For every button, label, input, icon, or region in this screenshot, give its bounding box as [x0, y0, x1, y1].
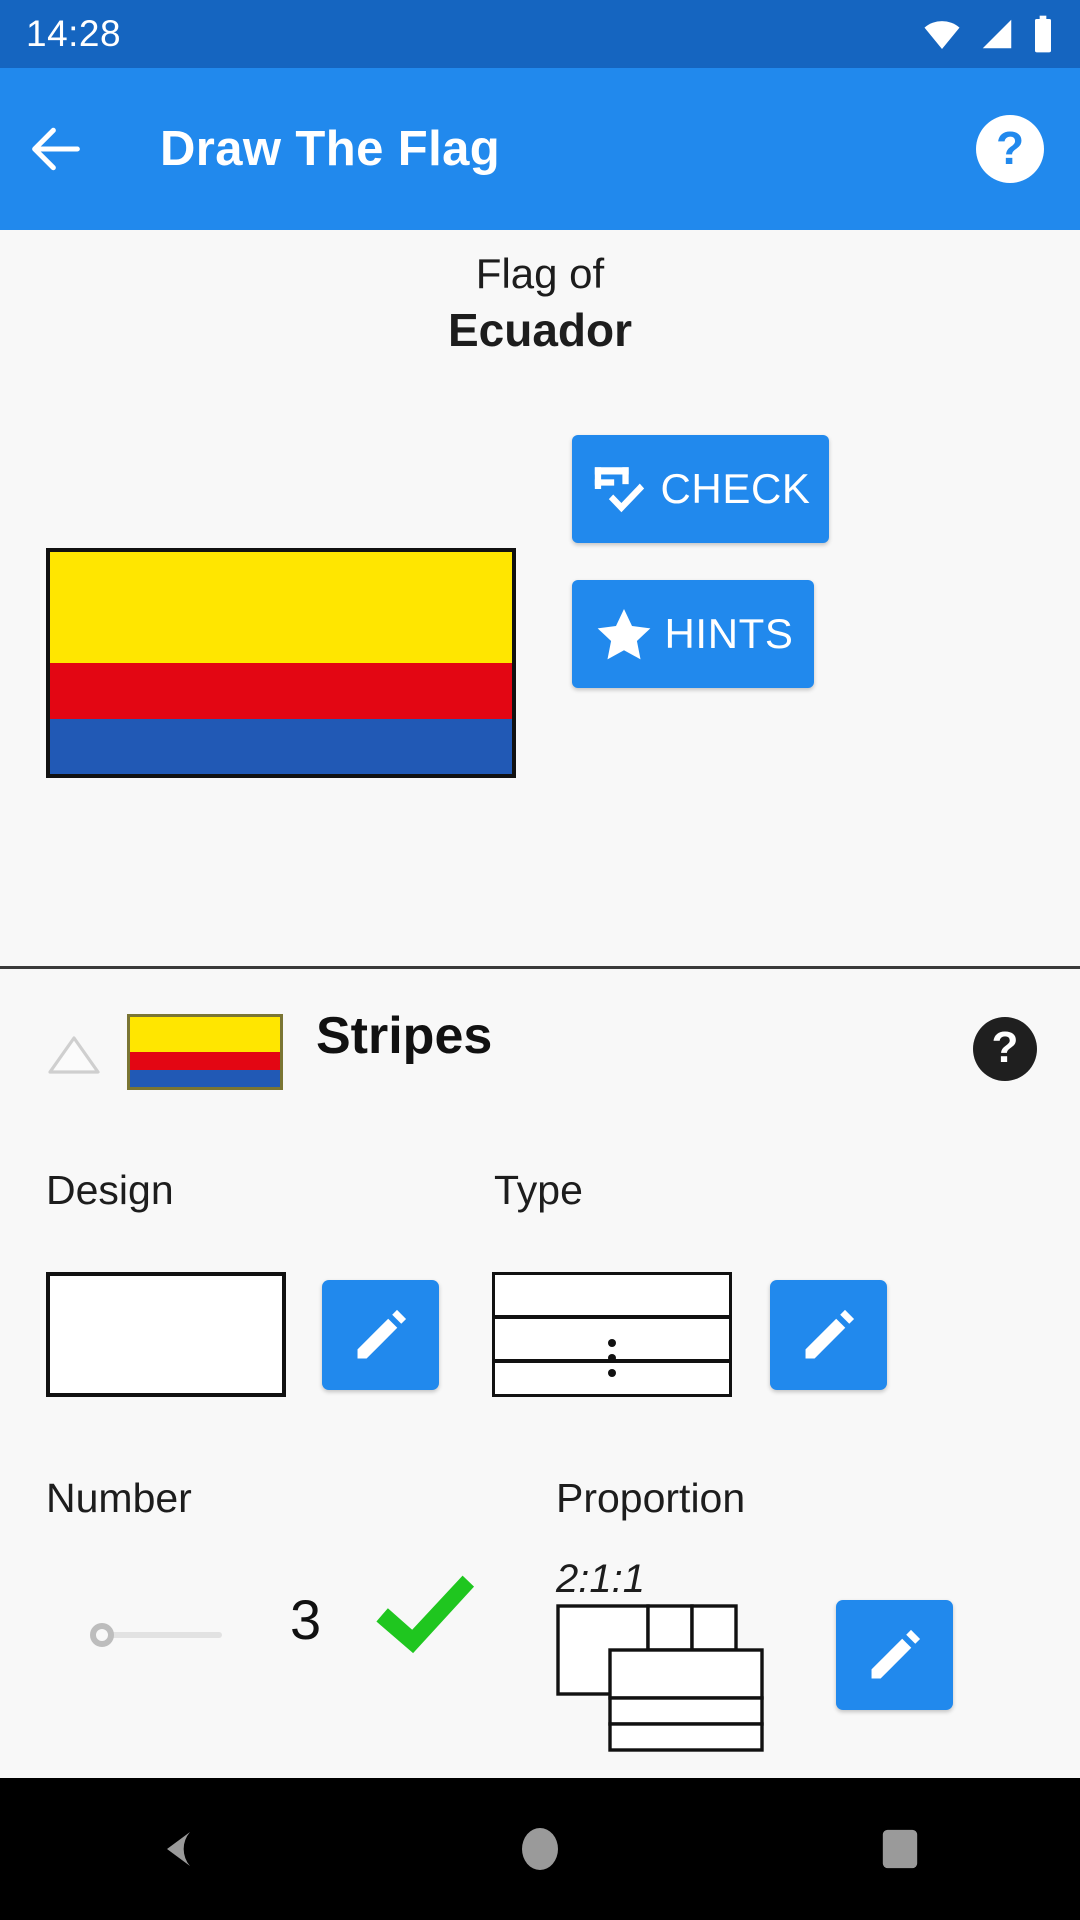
number-value: 3: [290, 1588, 322, 1651]
triangle-left-icon: [167, 1832, 190, 1866]
slider-thumb[interactable]: [90, 1623, 114, 1647]
app-bar: Draw The Flag ?: [0, 68, 1080, 230]
signal-icon: [982, 19, 1012, 49]
flag-preview-panel: Flag of Ecuador CHECK HINTS Previous fla…: [0, 230, 1080, 1138]
check-button-label: CHECK: [660, 465, 811, 512]
proportion-label: Proportion: [556, 1475, 746, 1521]
recents-nav-button[interactable]: [810, 1778, 990, 1920]
home-nav-button[interactable]: [450, 1778, 630, 1920]
pencil-icon: [871, 1629, 920, 1679]
type-preview[interactable]: [492, 1272, 732, 1397]
drawn-flag-canvas[interactable]: [46, 548, 516, 778]
number-slider[interactable]: [90, 1620, 222, 1650]
hints-button[interactable]: HINTS: [572, 580, 814, 688]
star-icon: [597, 608, 650, 660]
flag-caption-country: Ecuador: [447, 303, 633, 356]
check-button[interactable]: CHECK: [572, 435, 829, 543]
flag-stripe: [130, 1052, 280, 1070]
page-title: Draw The Flag: [160, 122, 501, 176]
flag-stripe: [50, 663, 512, 719]
wifi-icon: [924, 21, 960, 49]
pencil-icon: [357, 1309, 406, 1359]
flag-stripe: [50, 718, 512, 774]
help-circle-icon: ?: [995, 121, 1025, 174]
square-icon: [882, 1829, 918, 1869]
status-bar: 14:28: [0, 0, 1080, 68]
number-label: Number: [46, 1475, 192, 1521]
design-edit-button[interactable]: [322, 1280, 439, 1390]
stripes-help-button[interactable]: ?: [973, 1017, 1037, 1081]
system-nav-bar: [0, 1778, 1080, 1920]
triangle-up-icon[interactable]: [46, 1033, 102, 1077]
proportion-ratio: 2:1:1: [556, 1557, 645, 1601]
circle-icon: [522, 1828, 558, 1870]
green-check-icon: [376, 1575, 475, 1654]
status-icons: [922, 14, 1054, 54]
flag-stripe: [130, 1017, 280, 1052]
flag-caption-prefix: Flag of: [475, 250, 605, 297]
design-preview[interactable]: [46, 1272, 286, 1397]
stripes-section-title: Stripes: [316, 1007, 493, 1065]
proportion-edit-button[interactable]: [836, 1600, 953, 1710]
pencil-icon: [805, 1309, 854, 1359]
flag-caption: Flag of Ecuador: [0, 248, 1080, 361]
check-list-icon: [595, 467, 645, 513]
stripes-section-flag-thumbnail: [127, 1014, 283, 1090]
stripes-section-header[interactable]: Stripes ?: [0, 1007, 1080, 1095]
arrow-back-icon: [32, 127, 80, 171]
help-button[interactable]: ?: [976, 115, 1044, 183]
hints-button-label: HINTS: [664, 610, 794, 657]
battery-icon: [1035, 15, 1051, 53]
design-label: Design: [46, 1167, 174, 1213]
status-clock: 14:28: [26, 13, 122, 54]
type-divider-line: [495, 1315, 729, 1319]
back-nav-button[interactable]: [90, 1778, 270, 1920]
type-label: Type: [494, 1167, 583, 1213]
slider-track: [106, 1632, 222, 1638]
help-circle-icon: ?: [991, 1022, 1019, 1072]
flag-stripe: [50, 552, 512, 663]
flag-stripe: [130, 1069, 280, 1087]
ellipsis-icon: [608, 1339, 616, 1377]
type-edit-button[interactable]: [770, 1280, 887, 1390]
proportion-diagram: [556, 1604, 764, 1752]
back-button[interactable]: [0, 68, 112, 230]
